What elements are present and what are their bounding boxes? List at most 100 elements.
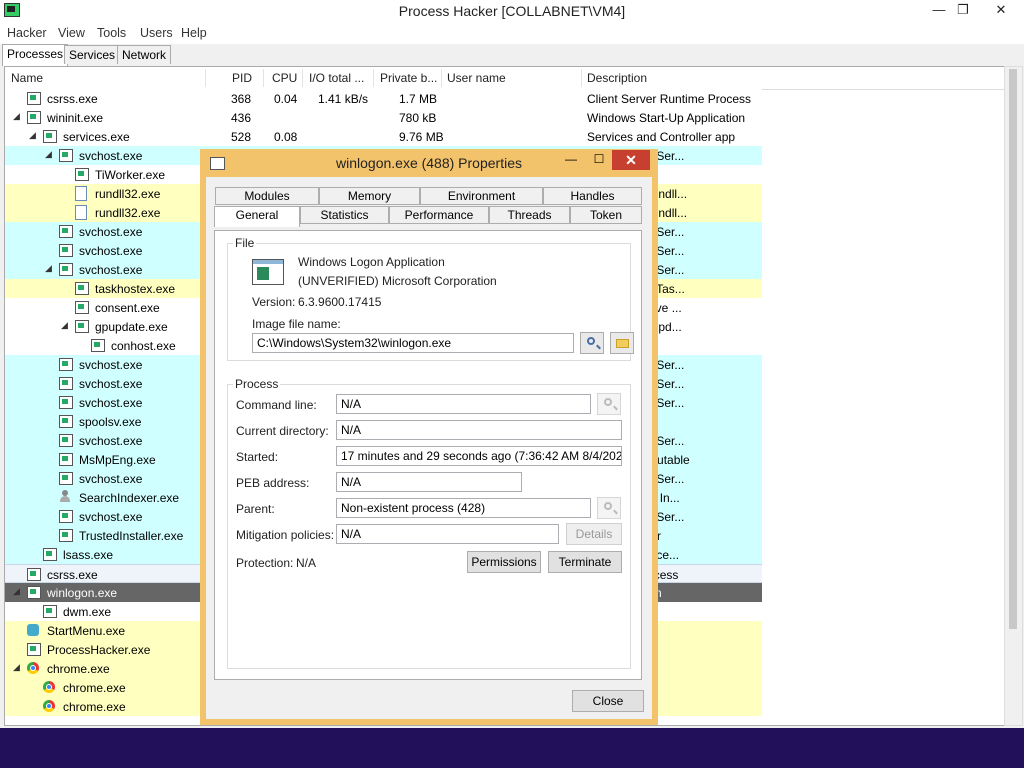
permissions-button[interactable]: Permissions [467, 551, 541, 573]
vertical-scrollbar[interactable] [1004, 66, 1023, 726]
column-description[interactable]: Description [587, 71, 647, 85]
cell-description: Services and Controller app [587, 130, 736, 144]
process-icon [43, 548, 57, 561]
inspect-image-button[interactable] [580, 332, 604, 354]
expand-arrow-icon[interactable]: ◢ [45, 263, 52, 274]
cell-name: svchost.exe [79, 149, 143, 163]
inspect-parent-button[interactable] [597, 497, 621, 519]
menu-bar: Hacker View Tools Users Help [0, 22, 1024, 44]
table-row[interactable]: csrss.exe 368 0.04 1.41 kB/s 1.7 MB Client Se… [5, 89, 762, 108]
column-private-bytes[interactable]: Private b... [380, 71, 437, 85]
dialog-close-btn[interactable]: Close [572, 690, 644, 712]
expand-arrow-icon[interactable]: ◢ [13, 586, 20, 597]
process-icon [75, 301, 89, 314]
start-menu-icon [27, 624, 39, 636]
tab-services[interactable]: Services [64, 45, 121, 64]
process-icon [59, 434, 73, 447]
mitigation-policies-label: Mitigation policies: [236, 528, 335, 542]
process-icon [59, 225, 73, 238]
cell-pid: 436 [231, 111, 252, 125]
cell-name: chrome.exe [47, 662, 110, 676]
column-user-name[interactable]: User name [447, 71, 506, 85]
magnifier-icon [604, 398, 612, 406]
tab-modules[interactable]: Modules [215, 187, 319, 205]
title-bar: Process Hacker [COLLABNET\VM4] — ❐ ✕ [0, 0, 1024, 22]
tab-processes[interactable]: Processes [2, 44, 69, 66]
process-icon [75, 282, 89, 295]
terminate-button[interactable]: Terminate [548, 551, 622, 573]
cell-name: rundll32.exe [95, 187, 161, 201]
menu-users[interactable]: Users [140, 26, 173, 40]
table-row[interactable]: ◢ wininit.exe 436 780 kB Windows Start-Up Ap… [5, 108, 762, 127]
cell-name: svchost.exe [79, 244, 143, 258]
process-icon [27, 643, 41, 656]
column-cpu[interactable]: CPU [272, 71, 297, 85]
column-io-total[interactable]: I/O total ... [309, 71, 364, 85]
menu-hacker[interactable]: Hacker [7, 26, 47, 40]
table-row[interactable]: ◢ services.exe 528 0.08 9.76 MB Services and … [5, 127, 762, 146]
cell-name: spoolsv.exe [79, 415, 142, 429]
tab-memory[interactable]: Memory [319, 187, 420, 205]
tab-general[interactable]: General [214, 206, 300, 227]
cell-name: conhost.exe [111, 339, 176, 353]
process-icon [59, 510, 73, 523]
command-line-field[interactable]: N/A [336, 394, 591, 414]
details-button[interactable]: Details [566, 523, 622, 545]
expand-arrow-icon[interactable]: ◢ [45, 149, 52, 160]
open-folder-button[interactable] [610, 332, 634, 354]
column-name[interactable]: Name [11, 71, 43, 85]
cell-name: svchost.exe [79, 377, 143, 391]
chrome-icon [43, 700, 55, 712]
scrollbar-thumb[interactable] [1009, 69, 1017, 629]
dialog-close-button[interactable]: ✕ [612, 150, 650, 170]
process-icon [59, 415, 73, 428]
started-label: Started: [236, 450, 279, 464]
peb-address-field[interactable]: N/A [336, 472, 522, 492]
inspect-command-line-button[interactable] [597, 393, 621, 415]
tab-token[interactable]: Token [570, 206, 642, 224]
process-icon [59, 529, 73, 542]
cell-name: winlogon.exe [47, 586, 118, 600]
process-icon [59, 149, 73, 162]
process-group-label: Process [233, 377, 281, 391]
image-file-field[interactable]: C:\Windows\System32\winlogon.exe [252, 333, 574, 353]
tab-environment[interactable]: Environment [420, 187, 543, 205]
tab-statistics[interactable]: Statistics [300, 206, 389, 224]
process-icon [27, 568, 41, 581]
expand-arrow-icon[interactable]: ◢ [61, 320, 68, 331]
menu-tools[interactable]: Tools [97, 26, 126, 40]
current-directory-field[interactable]: N/A [336, 420, 622, 440]
tab-performance[interactable]: Performance [389, 206, 489, 224]
cell-private-bytes: 9.76 MB [399, 130, 444, 144]
parent-label: Parent: [236, 502, 275, 516]
column-pid[interactable]: PID [232, 71, 252, 85]
process-icon [59, 453, 73, 466]
dialog-minimize-button[interactable]: — [560, 152, 582, 170]
expand-arrow-icon[interactable]: ◢ [29, 130, 36, 141]
parent-field[interactable]: Non-existent process (428) [336, 498, 591, 518]
command-line-label: Command line: [236, 398, 317, 412]
magnifier-icon [587, 337, 595, 345]
expand-arrow-icon[interactable]: ◢ [13, 662, 20, 673]
maximize-button[interactable]: ❐ [946, 0, 980, 22]
menu-view[interactable]: View [58, 26, 85, 40]
mitigation-policies-field[interactable]: N/A [336, 524, 559, 544]
process-icon [59, 377, 73, 390]
cell-cpu: 0.04 [274, 92, 298, 106]
tab-handles[interactable]: Handles [543, 187, 642, 205]
process-icon [75, 320, 89, 333]
cell-cpu: 0.08 [274, 130, 298, 144]
window-title: Process Hacker [COLLABNET\VM4] [398, 3, 626, 19]
started-field[interactable]: 17 minutes and 29 seconds ago (7:36:42 A… [336, 446, 622, 466]
tab-network[interactable]: Network [117, 45, 172, 64]
process-icon [27, 92, 41, 105]
document-icon [75, 186, 87, 201]
menu-help[interactable]: Help [181, 26, 207, 40]
expand-arrow-icon[interactable]: ◢ [13, 111, 20, 122]
dialog-maximize-button[interactable]: ☐ [588, 152, 610, 170]
cell-name: consent.exe [95, 301, 160, 315]
close-button[interactable]: ✕ [984, 0, 1018, 22]
document-icon [75, 205, 87, 220]
tab-threads[interactable]: Threads [489, 206, 570, 224]
process-icon [59, 244, 73, 257]
